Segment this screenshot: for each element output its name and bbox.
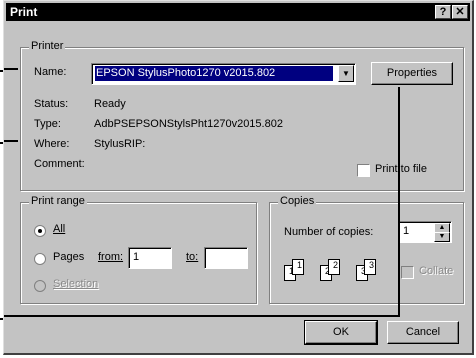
- callout-line-properties: [398, 87, 400, 315]
- type-value: AdbPSEPSONStylsPht1270v2015.802: [94, 118, 283, 130]
- page-icon: 1: [292, 259, 304, 275]
- from-input-value: 1: [133, 251, 140, 263]
- number-of-copies-value: 1: [403, 225, 410, 237]
- printer-name-select[interactable]: EPSON StylusPhoto1270 v2015.802 ▼: [91, 63, 356, 85]
- type-label: Type:: [34, 118, 61, 130]
- where-label: Where:: [34, 138, 70, 150]
- name-label-full: Name:: [34, 66, 67, 78]
- close-button[interactable]: ✕: [452, 5, 468, 19]
- to-input[interactable]: [204, 247, 248, 269]
- selection-label[interactable]: Selection: [53, 278, 98, 290]
- chevron-down-icon[interactable]: ▼: [338, 65, 354, 82]
- spin-down-icon[interactable]: ▼: [434, 232, 450, 242]
- collate-pages-illustration: 1 1 2 2 3 3: [284, 255, 394, 291]
- properties-button[interactable]: Properties: [371, 62, 453, 85]
- collate-label[interactable]: Collate: [419, 265, 453, 277]
- callout-line-where-inner: [4, 140, 18, 142]
- to-label: to:: [186, 251, 199, 263]
- window-title: Print: [10, 5, 38, 19]
- number-of-copies-input[interactable]: 1 ▲ ▼: [398, 221, 452, 243]
- from-input[interactable]: 1: [128, 247, 172, 269]
- callout-line-name-inner: [4, 68, 18, 70]
- page-icon: 3: [364, 259, 376, 275]
- title-bar: Print ? ✕: [6, 3, 470, 21]
- print-to-file-label[interactable]: Print to file: [375, 163, 427, 175]
- from-label: from:: [98, 251, 124, 263]
- print-to-file-checkbox[interactable]: [357, 164, 370, 177]
- comment-label: Comment:: [34, 158, 85, 170]
- copies-group-label: Copies: [278, 195, 317, 207]
- callout-line-bottom-horizontal: [4, 315, 400, 317]
- pages-label[interactable]: Pages: [53, 251, 84, 263]
- pages-radio[interactable]: [34, 253, 46, 265]
- printer-name-value: EPSON StylusPhoto1270 v2015.802: [95, 66, 333, 81]
- all-radio[interactable]: [34, 225, 46, 237]
- selection-radio[interactable]: [34, 280, 46, 292]
- cancel-button[interactable]: Cancel: [387, 321, 459, 344]
- ok-button[interactable]: OK: [304, 320, 378, 345]
- all-label[interactable]: All: [53, 223, 65, 235]
- page-icon: 2: [328, 259, 340, 275]
- where-value: StylusRIP:: [94, 138, 146, 150]
- printer-group-label: Printer: [29, 40, 66, 52]
- status-value: Ready: [94, 98, 126, 110]
- status-label: Status:: [34, 98, 69, 110]
- print-range-group-label: Print range: [29, 195, 87, 207]
- number-of-copies-label: Number of copies:: [284, 226, 374, 238]
- print-dialog: Print ? ✕ Printer Name: EPSON StylusPhot…: [3, 0, 474, 355]
- help-button[interactable]: ?: [435, 5, 451, 19]
- collate-checkbox[interactable]: [401, 266, 414, 279]
